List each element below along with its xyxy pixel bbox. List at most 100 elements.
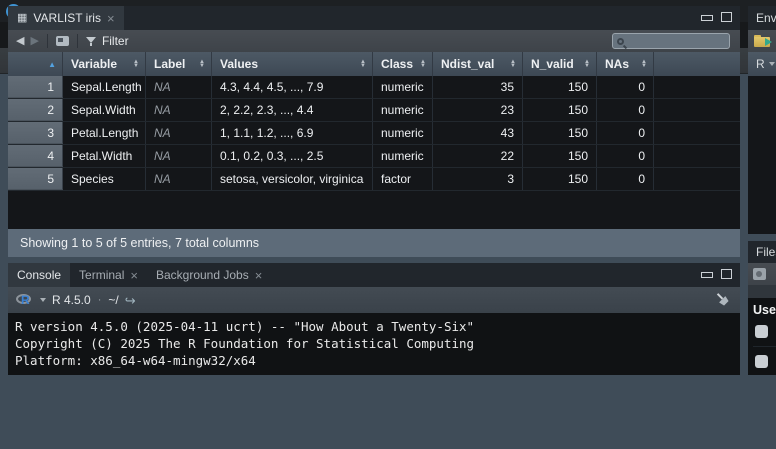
cell-n-valid: 150 xyxy=(523,145,597,167)
cell-rownum: 5 xyxy=(8,168,63,190)
cell-label: NA xyxy=(146,76,212,98)
files-header-strip xyxy=(748,285,776,298)
console-output-line: Platform: x86_64-w64-mingw32/x64 xyxy=(15,352,740,369)
files-tab-bar: Files xyxy=(748,241,776,263)
cell-class: numeric xyxy=(373,99,433,121)
close-icon[interactable]: × xyxy=(130,269,138,282)
sort-ascending-icon: ▲ xyxy=(48,60,56,69)
tab-terminal[interactable]: Terminal × xyxy=(70,263,147,287)
tab-background-jobs[interactable]: Background Jobs × xyxy=(147,263,271,287)
column-header-ndist-val[interactable]: Ndist_val▲▼ xyxy=(433,52,523,76)
load-workspace-icon[interactable] xyxy=(754,35,771,48)
cell-nas: 0 xyxy=(597,99,654,121)
environment-toolbar xyxy=(748,30,776,52)
column-header-label[interactable]: Label▲▼ xyxy=(146,52,212,76)
cell-nas: 0 xyxy=(597,168,654,190)
chevron-down-icon[interactable] xyxy=(40,298,46,302)
package-icon[interactable] xyxy=(753,268,766,280)
data-grid-icon: ▦ xyxy=(17,13,27,24)
files-pane: Files User Library xyxy=(748,241,776,375)
separator-dot: · xyxy=(98,294,102,306)
column-header-class[interactable]: Class▲▼ xyxy=(373,52,433,76)
table-status-bar: Showing 1 to 5 of 5 entries, 7 total col… xyxy=(8,229,740,257)
column-header-n-valid[interactable]: N_valid▲▼ xyxy=(523,52,597,76)
column-header-variable[interactable]: Variable▲▼ xyxy=(63,52,146,76)
cell-variable: Petal.Length xyxy=(63,122,146,144)
cell-variable: Petal.Width xyxy=(63,145,146,167)
console-output[interactable]: R version 4.5.0 (2025-04-11 ucrt) -- "Ho… xyxy=(8,313,740,375)
maximize-icon[interactable] xyxy=(721,269,732,279)
minimize-icon[interactable] xyxy=(701,272,713,278)
filter-icon[interactable] xyxy=(86,37,96,46)
cell-ndist-val: 22 xyxy=(433,145,523,167)
search-icon xyxy=(617,38,624,45)
cell-ndist-val: 43 xyxy=(433,122,523,144)
sort-icon: ▲▼ xyxy=(199,60,205,68)
cell-values: 1, 1.1, 1.2, ..., 6.9 xyxy=(212,122,373,144)
console-tab-label: Console xyxy=(17,268,61,282)
sort-icon: ▲▼ xyxy=(510,60,516,68)
viewer-search-input[interactable] xyxy=(628,35,725,47)
column-header-values[interactable]: Values▲▼ xyxy=(212,52,373,76)
packages-section-header: User Library xyxy=(753,303,776,317)
open-in-new-window-icon[interactable] xyxy=(56,36,69,46)
data-viewer-pane: ▦ VARLIST iris × ◀ ▶ Filter ▲ Variable▲▼… xyxy=(8,6,740,257)
cell-ndist-val: 35 xyxy=(433,76,523,98)
table-row: 2 Sepal.Width NA 2, 2.2, 2.3, ..., 4.4 n… xyxy=(8,99,740,122)
list-item xyxy=(753,347,776,375)
chevron-down-icon xyxy=(769,62,775,66)
filter-label[interactable]: Filter xyxy=(102,34,129,48)
cell-nas: 0 xyxy=(597,145,654,167)
table-row: 4 Petal.Width NA 0.1, 0.2, 0.3, ..., 2.5… xyxy=(8,145,740,168)
goto-directory-icon[interactable]: ↪ xyxy=(125,294,136,307)
cell-nas: 0 xyxy=(597,122,654,144)
cell-values: setosa, versicolor, virginica xyxy=(212,168,373,190)
cell-rownum: 4 xyxy=(8,145,63,167)
tab-varlist-iris[interactable]: ▦ VARLIST iris × xyxy=(8,6,124,30)
cell-values: 4.3, 4.4, 4.5, ..., 7.9 xyxy=(212,76,373,98)
toolbar-separator xyxy=(47,34,48,48)
tab-console[interactable]: Console xyxy=(8,263,70,287)
language-selector-label: R xyxy=(756,57,765,71)
background-jobs-tab-label: Background Jobs xyxy=(156,268,249,282)
sort-icon: ▲▼ xyxy=(641,60,647,68)
close-icon[interactable]: × xyxy=(107,12,115,25)
console-output-line: Copyright (C) 2025 The R Foundation for … xyxy=(15,335,740,352)
table-header-row: ▲ Variable▲▼ Label▲▼ Values▲▼ Class▲▼ Nd… xyxy=(8,52,740,76)
cell-label: NA xyxy=(146,122,212,144)
r-version-label[interactable]: R 4.5.0 xyxy=(52,293,91,307)
column-header-rownum[interactable]: ▲ xyxy=(8,52,63,76)
package-checkbox[interactable] xyxy=(755,325,768,338)
toolbar-separator xyxy=(77,34,78,48)
cell-class: factor xyxy=(373,168,433,190)
list-item xyxy=(753,317,776,347)
working-directory-label[interactable]: ~/ xyxy=(108,293,118,307)
cell-values: 2, 2.2, 2.3, ..., 4.4 xyxy=(212,99,373,121)
clear-console-icon[interactable] xyxy=(712,289,733,310)
cell-n-valid: 150 xyxy=(523,76,597,98)
package-checkbox[interactable] xyxy=(755,355,768,368)
viewer-toolbar: ◀ ▶ Filter xyxy=(8,30,740,52)
cell-variable: Sepal.Width xyxy=(63,99,146,121)
viewer-search-box[interactable] xyxy=(612,33,730,49)
cell-ndist-val: 23 xyxy=(433,99,523,121)
cell-label: NA xyxy=(146,168,212,190)
terminal-tab-label: Terminal xyxy=(79,268,124,282)
environment-language-selector[interactable]: R xyxy=(748,52,776,76)
cell-label: NA xyxy=(146,99,212,121)
minimize-icon[interactable] xyxy=(701,15,713,21)
close-icon[interactable]: × xyxy=(255,269,263,282)
cell-class: numeric xyxy=(373,122,433,144)
cell-rownum: 2 xyxy=(8,99,63,121)
forward-icon[interactable]: ▶ xyxy=(30,36,38,47)
maximize-icon[interactable] xyxy=(721,12,732,22)
back-icon[interactable]: ◀ xyxy=(16,36,24,47)
column-header-nas[interactable]: NAs▲▼ xyxy=(597,52,654,76)
table-row: 3 Petal.Length NA 1, 1.1, 1.2, ..., 6.9 … xyxy=(8,122,740,145)
tab-environment[interactable]: Environment xyxy=(756,11,776,25)
tab-files[interactable]: Files xyxy=(756,245,776,259)
cell-rownum: 3 xyxy=(8,122,63,144)
r-logo-icon[interactable]: R xyxy=(16,293,34,307)
console-pane: Console Terminal × Background Jobs × R R… xyxy=(8,263,740,375)
cell-variable: Species xyxy=(63,168,146,190)
